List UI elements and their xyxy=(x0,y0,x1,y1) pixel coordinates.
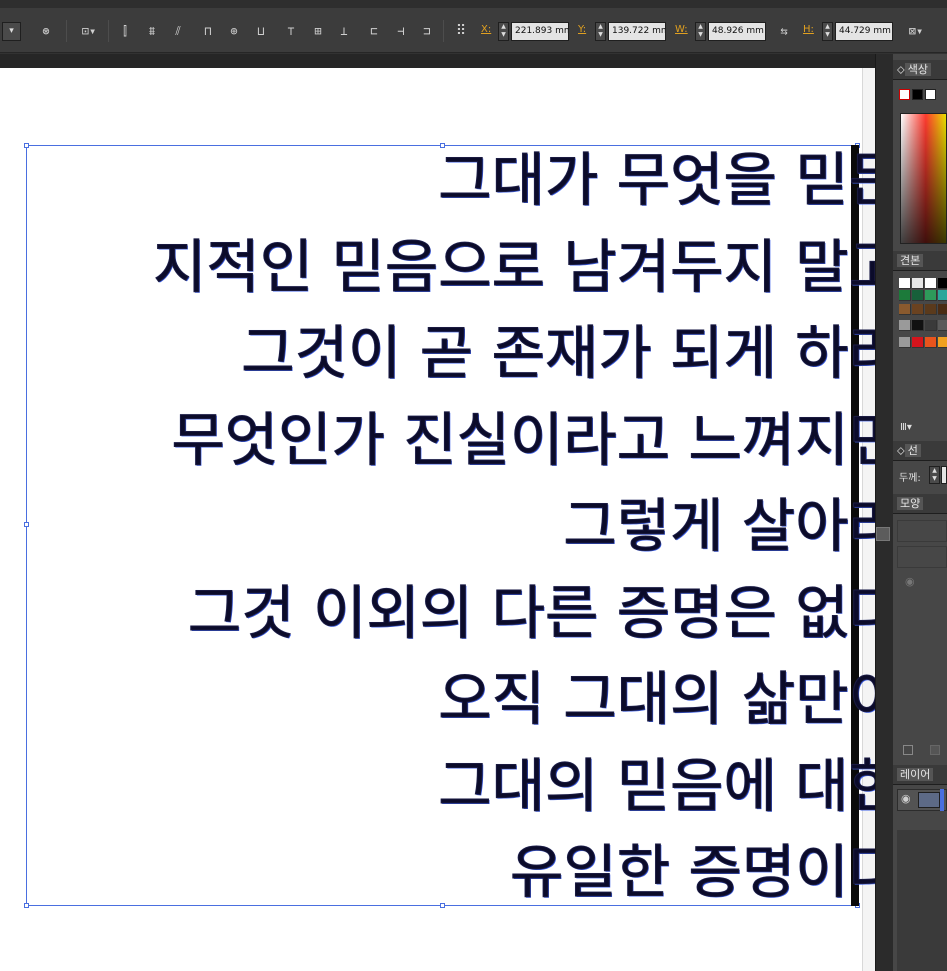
poem-line[interactable]: 그것 이외의 다른 증명은 없다 xyxy=(187,580,902,647)
swatch-folder-2[interactable] xyxy=(899,337,911,348)
new-item-icon[interactable] xyxy=(903,745,913,755)
distribute-horizontal-center-icon[interactable]: ⊣ xyxy=(393,22,409,40)
y-label: Y: xyxy=(578,24,587,35)
layer-visibility-eye-icon[interactable]: ◉ xyxy=(901,792,911,805)
resize-handle-bottom[interactable] xyxy=(440,903,445,908)
swatch-umber[interactable] xyxy=(925,304,937,315)
swatches-tab-label: 견본 xyxy=(897,254,924,267)
vertical-scrollbar[interactable] xyxy=(875,54,893,971)
appearance-row[interactable] xyxy=(897,520,947,542)
swatch-library-icon[interactable]: Ⅲ▾ xyxy=(900,422,912,433)
swatch-red[interactable] xyxy=(912,337,924,348)
h-field[interactable]: 44.729 mm xyxy=(835,22,893,41)
y-field[interactable]: 139.722 mm xyxy=(608,22,666,41)
align-vertical-center-icon[interactable]: ⊕ xyxy=(226,22,242,40)
align-top-icon[interactable]: ⊓ xyxy=(200,22,216,40)
swatch-white[interactable] xyxy=(925,278,937,289)
poem-line[interactable]: 무엇인가 진실이라고 느껴지면 xyxy=(171,407,903,474)
align-left-icon[interactable]: ⫿ xyxy=(117,22,133,40)
stroke-dropdown-button[interactable]: ▾ xyxy=(2,22,21,41)
poem-line[interactable]: 그것이 곧 존재가 되게 하라 xyxy=(241,320,903,387)
w-stepper[interactable]: ▲ ▼ xyxy=(695,22,706,41)
resize-handle-top-left[interactable] xyxy=(24,143,29,148)
white-swatch[interactable] xyxy=(925,89,936,100)
resize-handle-left[interactable] xyxy=(24,522,29,527)
w-field[interactable]: 48.926 mm xyxy=(708,22,766,41)
black-swatch[interactable] xyxy=(912,89,923,100)
layer-color-indicator xyxy=(940,789,944,811)
swatch-gray-1[interactable] xyxy=(912,320,924,331)
swatch-black[interactable] xyxy=(938,278,947,289)
x-label: X: xyxy=(481,24,492,35)
color-spectrum[interactable] xyxy=(900,113,947,244)
poem-line[interactable]: 오직 그대의 삶만이 xyxy=(438,666,903,733)
resize-handle-bottom-left[interactable] xyxy=(24,903,29,908)
stroke-weight-label: 두께: xyxy=(899,473,921,484)
h-stepper[interactable]: ▲ ▼ xyxy=(822,22,833,41)
layers-tab-label: 레이어 xyxy=(897,768,934,781)
swatch-brown[interactable] xyxy=(899,304,911,315)
poem-line[interactable]: 그대의 믿음에 대한 xyxy=(438,753,903,820)
globe-icon[interactable]: ⊛ xyxy=(37,22,55,40)
x-stepper[interactable]: ▲ ▼ xyxy=(498,22,509,41)
poem-line[interactable]: 그렇게 살아라 xyxy=(563,493,903,560)
swatch-registration[interactable] xyxy=(912,278,924,289)
appearance-panel-tab[interactable]: 모양 xyxy=(893,494,947,514)
color-panel-tab[interactable]: ⬦ 색상 xyxy=(893,60,947,80)
document-tab-strip xyxy=(0,54,875,68)
constrain-proportions-icon[interactable]: ⇆ xyxy=(774,22,794,40)
swatch-dark-brown[interactable] xyxy=(912,304,924,315)
none-fill-swatch[interactable] xyxy=(899,89,910,100)
color-tab-label: 색상 xyxy=(904,63,931,76)
layer-thumbnail xyxy=(918,792,940,808)
appearance-row[interactable] xyxy=(897,546,947,568)
eye-icon[interactable]: ◉ xyxy=(905,575,915,588)
toolbar-divider xyxy=(66,20,67,42)
stroke-weight-field[interactable] xyxy=(941,466,947,484)
transform-menu-icon[interactable]: ⊠▾ xyxy=(902,22,930,40)
poem-line[interactable]: 그대가 무엇을 믿든 xyxy=(438,147,903,214)
swatch-mid-green[interactable] xyxy=(925,290,937,301)
distribute-bottom-icon[interactable]: ⊥ xyxy=(336,22,352,40)
align-bottom-icon[interactable]: ⊔ xyxy=(253,22,269,40)
control-bar: ▾ ⊛ ⊡▾ ⫿ ⩩ ⫽ ⊓ ⊕ ⊔ ⊤ ⊞ ⊥ ⊏ ⊣ ⊐ ⠿ X: ▲ ▼ 2… xyxy=(0,0,947,53)
swatches-panel-tab[interactable]: 견본 xyxy=(893,251,947,271)
distribute-right-icon[interactable]: ⊐ xyxy=(419,22,435,40)
toolbar-divider xyxy=(108,20,109,42)
reference-point-grid-icon[interactable]: ⠿ xyxy=(451,22,471,40)
w-label: W: xyxy=(675,24,688,35)
swatch-yellow-orange[interactable] xyxy=(938,337,947,348)
swatch-green[interactable] xyxy=(899,290,911,301)
swatch-none[interactable] xyxy=(899,278,911,289)
swatch-teal[interactable] xyxy=(938,290,947,301)
layers-panel-tab[interactable]: 레이어 xyxy=(893,765,947,785)
x-field[interactable]: 221.893 mm xyxy=(511,22,569,41)
align-horizontal-center-icon[interactable]: ⩩ xyxy=(144,22,160,40)
layers-list-area xyxy=(897,830,947,971)
stroke-tab-label: 선 xyxy=(904,444,921,457)
swatch-deep-brown[interactable] xyxy=(938,304,947,315)
stroke-panel-tab[interactable]: ⬦ 선 xyxy=(893,441,947,461)
toolbar-divider xyxy=(443,20,444,42)
poem-line[interactable]: 지적인 믿음으로 남겨두지 말고 xyxy=(153,234,903,301)
swatch-dark-green[interactable] xyxy=(912,290,924,301)
swatch-gray-2[interactable] xyxy=(925,320,937,331)
align-right-icon[interactable]: ⫽ xyxy=(170,22,186,40)
swatch-gray-3[interactable] xyxy=(938,320,947,331)
y-stepper[interactable]: ▲ ▼ xyxy=(595,22,606,41)
appearance-tab-label: 모양 xyxy=(897,497,924,510)
distribute-vertical-center-icon[interactable]: ⊞ xyxy=(310,22,326,40)
scrollbar-thumb[interactable] xyxy=(876,527,890,541)
h-label: H: xyxy=(803,24,814,35)
poem-line[interactable]: 유일한 증명이다 xyxy=(510,839,903,906)
duplicate-item-icon[interactable] xyxy=(930,745,940,755)
stroke-weight-stepper[interactable]: ▲ ▼ xyxy=(929,466,940,484)
menu-strip xyxy=(0,0,947,8)
transform-reference-icon[interactable]: ⊡▾ xyxy=(76,22,102,40)
distribute-top-icon[interactable]: ⊤ xyxy=(283,22,299,40)
swatch-folder[interactable] xyxy=(899,320,911,331)
distribute-left-icon[interactable]: ⊏ xyxy=(366,22,382,40)
swatch-orange[interactable] xyxy=(925,337,937,348)
